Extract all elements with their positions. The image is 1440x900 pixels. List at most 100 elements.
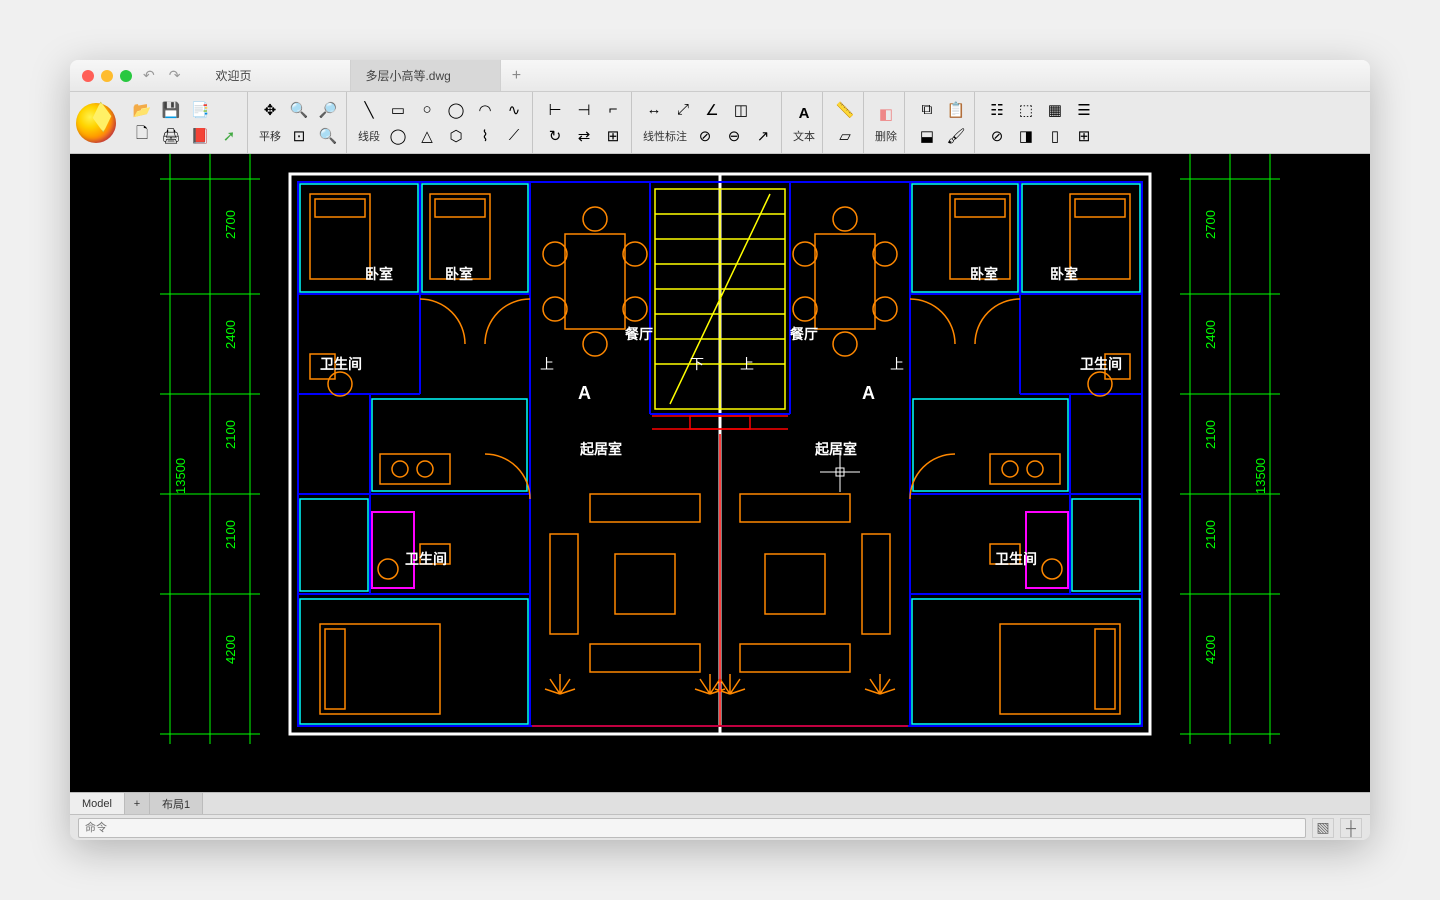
copy-button[interactable]: ⧉ — [914, 98, 940, 122]
matchprop-button[interactable]: 🖌 — [943, 124, 969, 148]
layer-button[interactable]: ☷ — [984, 98, 1010, 122]
tab-model[interactable]: Model — [70, 793, 125, 814]
ortho-toggle[interactable]: ┼ — [1340, 818, 1362, 838]
label-dining-2: 餐厅 — [789, 326, 818, 342]
open-button[interactable]: 📂 — [129, 98, 155, 122]
dim-left-2: 2100 — [223, 420, 238, 449]
measure-dist-button[interactable]: 📏 — [832, 98, 858, 122]
ray-button[interactable]: ⟋ — [501, 124, 527, 148]
rect-button[interactable]: ▭ — [385, 98, 411, 122]
window-tool-button[interactable]: ▯ — [1042, 124, 1068, 148]
dim-window-button[interactable]: ◫ — [728, 98, 754, 122]
save-icon: 💾 — [162, 101, 181, 119]
block-insert-button[interactable]: ⬚ — [1013, 98, 1039, 122]
circle-button[interactable]: ○ — [414, 98, 440, 122]
arc-button[interactable]: ◠ — [472, 98, 498, 122]
fillet-icon: ⌐ — [609, 101, 618, 118]
pan-button[interactable]: ✥ — [257, 98, 283, 122]
dim-radial-button[interactable]: ⊘ — [692, 124, 718, 148]
nav-back-icon[interactable]: ↶ — [140, 67, 158, 84]
text-label: 文本 — [791, 128, 817, 144]
save-button[interactable]: 💾 — [158, 98, 184, 122]
paste-icon: 📋 — [947, 101, 966, 119]
mirror-icon: ⇄ — [578, 127, 591, 145]
trim-button[interactable]: ⊢ — [542, 98, 568, 122]
dim-right-total: 13500 — [1253, 458, 1268, 494]
share-icon: ➚ — [223, 127, 236, 145]
tab-file[interactable]: 多层小高等.dwg — [351, 60, 501, 91]
saveas-button[interactable]: 📑 — [187, 98, 213, 122]
label-a-1: A — [578, 383, 591, 403]
nav-forward-icon[interactable]: ↷ — [166, 67, 184, 84]
polygon-button[interactable]: △ — [414, 124, 440, 148]
zoom-out-button[interactable]: ⊡ — [286, 124, 312, 148]
grid-icon: ⊞ — [1078, 127, 1091, 145]
rotate-button[interactable]: ↻ — [542, 124, 568, 148]
new-button[interactable]: 🗋 — [129, 124, 155, 148]
zoom-in-button[interactable]: 🔎 — [315, 98, 341, 122]
move-icon: ✥ — [264, 101, 277, 119]
main-toolbar: 📂 💾 📑 🗋 🖨 📕 ➚ ✥ 🔍 🔎 平移 ⊡ 🔍 — [70, 92, 1370, 154]
dim-align-icon: ⤢ — [677, 101, 689, 118]
polygon-icon: △ — [421, 127, 433, 145]
erase-label: 删除 — [873, 128, 899, 144]
dim-dia-button[interactable]: ⊖ — [721, 124, 747, 148]
erase-button[interactable]: ◧ — [873, 102, 899, 126]
zoom-extents-button[interactable]: 🔍 — [286, 98, 312, 122]
line-button[interactable]: ╲ — [356, 98, 382, 122]
tab-welcome[interactable]: 欢迎页 — [201, 60, 351, 91]
dim-leader-button[interactable]: ↗ — [750, 124, 776, 148]
dim-leader-icon: ↗ — [757, 127, 770, 145]
tab-add-button[interactable]: + — [501, 67, 531, 85]
props-button[interactable]: ☰ — [1071, 98, 1097, 122]
dim-right-1: 2400 — [1203, 320, 1218, 349]
drawing-canvas[interactable]: 2700 2400 2100 2100 4200 13500 2700 2400… — [70, 154, 1370, 792]
pan-label: 平移 — [257, 128, 283, 144]
share-button[interactable]: ➚ — [216, 124, 242, 148]
snap-toggle[interactable]: ▧ — [1312, 818, 1334, 838]
dim-angle-button[interactable]: ∠ — [699, 98, 725, 122]
print-button[interactable]: 🖨 — [158, 124, 184, 148]
export-button[interactable]: 📕 — [187, 124, 213, 148]
dim-align-button[interactable]: ⤢ — [670, 98, 696, 122]
ltype-button[interactable]: ⊘ — [984, 124, 1010, 148]
dim-label: 线性标注 — [641, 128, 689, 144]
mirror-button[interactable]: ⇄ — [571, 124, 597, 148]
array-button[interactable]: ⊞ — [600, 124, 626, 148]
polyline-icon: ⌇ — [481, 127, 488, 145]
close-button[interactable] — [82, 70, 94, 82]
ellipse-button[interactable]: ◯ — [443, 98, 469, 122]
folder-open-icon: 📂 — [133, 101, 152, 119]
minimize-button[interactable] — [101, 70, 113, 82]
area-icon: ▱ — [839, 127, 851, 145]
dim-linear-button[interactable]: ↔ — [641, 98, 667, 122]
fillet-button[interactable]: ⌐ — [600, 98, 626, 122]
modify-group: ⊢ ⊣ ⌐ ↻ ⇄ ⊞ — [537, 92, 632, 153]
extend-button[interactable]: ⊣ — [571, 98, 597, 122]
tab-layout1[interactable]: 布局1 — [150, 793, 203, 814]
ellipse-icon: ◯ — [448, 101, 465, 119]
label-bath-3: 卫生间 — [405, 551, 447, 567]
command-input[interactable] — [78, 818, 1306, 838]
dim-right-0: 2700 — [1203, 210, 1218, 239]
circle2-button[interactable]: ◯ — [385, 124, 411, 148]
tab-layout-add[interactable]: + — [125, 793, 150, 814]
text-group: A 文本 — [786, 92, 823, 153]
label-bedroom-1: 卧室 — [365, 266, 393, 282]
hexagon-icon: ⬡ — [449, 127, 462, 145]
text-button[interactable]: A — [791, 102, 817, 126]
polyline-button[interactable]: ⌇ — [472, 124, 498, 148]
explode-button[interactable]: ⬓ — [914, 124, 940, 148]
zoom-out-icon: 🔍 — [319, 127, 338, 145]
hatch-button[interactable]: ▦ — [1042, 98, 1068, 122]
dim-angle-icon: ∠ — [705, 101, 718, 119]
spline-button[interactable]: ∿ — [501, 98, 527, 122]
grid-button[interactable]: ⊞ — [1071, 124, 1097, 148]
hexagon-button[interactable]: ⬡ — [443, 124, 469, 148]
hatch-icon: ▦ — [1048, 101, 1062, 119]
door-button[interactable]: ◨ — [1013, 124, 1039, 148]
paste-button[interactable]: 📋 — [943, 98, 969, 122]
maximize-button[interactable] — [120, 70, 132, 82]
zoom-prev-button[interactable]: 🔍 — [315, 124, 341, 148]
measure-area-button[interactable]: ▱ — [832, 124, 858, 148]
